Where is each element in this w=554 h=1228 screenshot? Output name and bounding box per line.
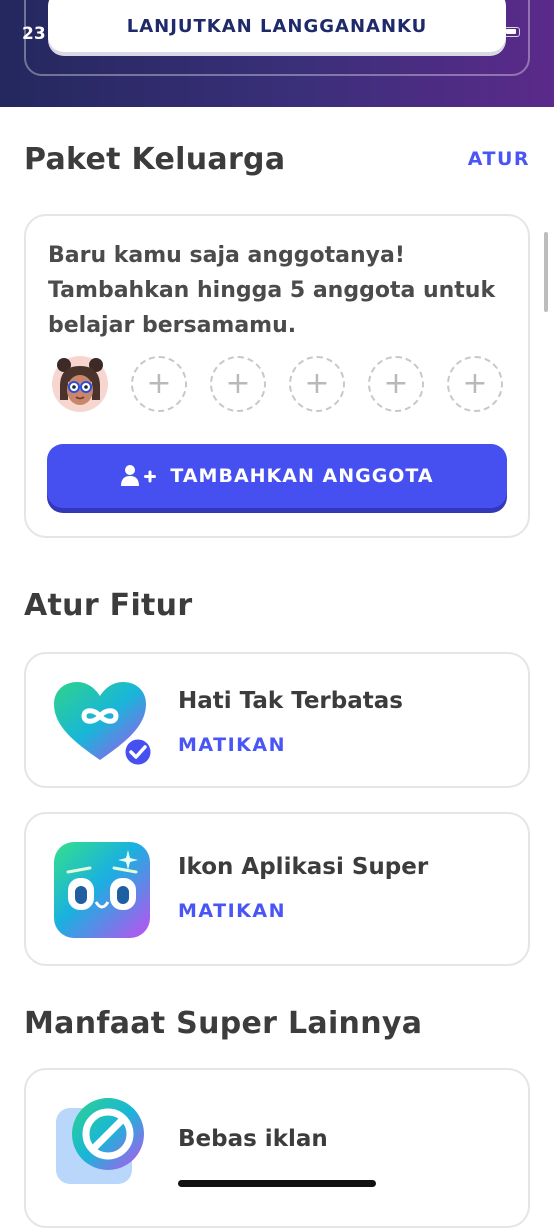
features-title: Atur Fitur [24,588,193,623]
battery-icon [504,27,520,37]
continue-subscription-label: LANJUTKAN LANGGANANKU [126,15,428,37]
family-plan-card: Baru kamu saja anggotanya! Tambahkan hin… [24,214,530,538]
family-plan-title: Paket Keluarga [24,142,286,177]
family-plan-description: Baru kamu saja anggotanya! Tambahkan hin… [48,243,496,338]
disable-feature-button[interactable]: MATIKAN [178,900,286,922]
empty-member-slot[interactable]: + [131,356,187,412]
scrollbar[interactable] [544,232,548,312]
home-indicator[interactable] [178,1180,376,1187]
manage-family-link[interactable]: ATUR [468,148,530,170]
add-member-button[interactable]: TAMBAHKAN ANGGOTA [47,444,507,508]
feature-title: Hati Tak Terbatas [178,688,403,714]
plus-icon: + [146,366,172,401]
empty-member-slot[interactable]: + [447,356,503,412]
continue-subscription-button[interactable]: LANJUTKAN LANGGANANKU [48,0,506,52]
member-slots: + + + + + [52,356,512,414]
user-avatar-icon [52,356,108,412]
subscription-header: 23 LANJUTKAN LANGGANANKU [0,0,554,107]
status-time: 23 [22,24,46,44]
plus-icon: + [304,366,330,401]
infinity-heart-icon [54,682,154,768]
benefits-title: Manfaat Super Lainnya [24,1006,423,1041]
plus-icon: + [383,366,409,401]
empty-member-slot[interactable]: + [210,356,266,412]
empty-member-slot[interactable]: + [368,356,424,412]
benefit-card-no-ads: Bebas iklan [24,1068,530,1228]
feature-card-super-app-icon: Ikon Aplikasi Super MATIKAN [24,812,530,966]
add-member-label: TAMBAHKAN ANGGOTA [170,465,434,487]
plus-icon: + [462,366,488,401]
empty-member-slot[interactable]: + [289,356,345,412]
benefit-title: Bebas iklan [178,1126,328,1152]
feature-card-unlimited-hearts: Hati Tak Terbatas MATIKAN [24,652,530,788]
plus-icon: + [225,366,251,401]
disable-feature-button[interactable]: MATIKAN [178,734,286,756]
feature-title: Ikon Aplikasi Super [178,854,429,880]
add-user-icon [121,465,157,486]
avatar [52,356,108,412]
no-ads-icon [56,1098,144,1184]
super-app-icon [54,842,150,938]
